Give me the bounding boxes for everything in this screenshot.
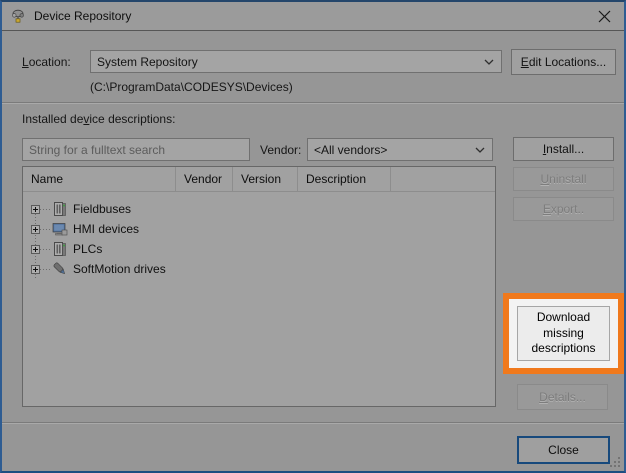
vendor-selected-value: <All vendors> (314, 143, 387, 157)
installed-descriptions-label: Installed device descriptions: (22, 112, 175, 126)
column-header-version[interactable]: Version (233, 167, 298, 191)
tree-row-fieldbuses[interactable]: Fieldbuses (23, 199, 495, 219)
plc-icon (52, 241, 68, 257)
tree-row-plcs[interactable]: PLCs (23, 239, 495, 259)
title-bar[interactable]: Device Repository (2, 2, 624, 31)
tree-item-label: SoftMotion drives (73, 262, 166, 276)
tree-item-label: Fieldbuses (73, 202, 131, 216)
softmotion-drive-icon (52, 261, 68, 277)
column-header-filler (391, 167, 495, 191)
tree-connector (40, 269, 51, 270)
expand-plus-icon[interactable] (31, 225, 40, 234)
chevron-down-icon (484, 59, 494, 65)
device-tree-panel: Name Vendor Version Description Fieldbus… (22, 166, 496, 407)
window-title: Device Repository (34, 9, 131, 23)
device-repository-icon (10, 8, 26, 24)
edit-locations-button[interactable]: Edit Locations... (511, 49, 616, 75)
tree-connector (40, 229, 51, 230)
vendor-label: Vendor: (260, 143, 301, 157)
tree-header-row: Name Vendor Version Description (23, 167, 495, 192)
download-missing-descriptions-button[interactable]: Download missing descriptions (517, 306, 610, 361)
tree-item-label: PLCs (73, 242, 102, 256)
export-button: Export.. (513, 197, 614, 221)
resize-grip[interactable] (609, 456, 621, 468)
location-selected-value: System Repository (97, 55, 198, 69)
column-header-description[interactable]: Description (298, 167, 391, 191)
fulltext-search-input[interactable] (22, 138, 250, 161)
close-icon (598, 10, 611, 23)
fieldbus-icon (52, 201, 68, 217)
highlight-annotation: Download missing descriptions (503, 293, 624, 374)
device-repository-dialog: Device Repository Location: System Repos… (0, 0, 626, 473)
footer-separator (2, 422, 624, 424)
location-separator (2, 102, 624, 104)
column-header-name[interactable]: Name (23, 167, 176, 191)
tree-connector (40, 249, 51, 250)
expand-plus-icon[interactable] (31, 205, 40, 214)
details-button: Details... (517, 384, 608, 410)
location-label: Location: (22, 55, 71, 69)
uninstall-button: Uninstall (513, 167, 614, 191)
location-path: (C:\ProgramData\CODESYS\Devices) (90, 80, 293, 94)
close-button[interactable]: Close (517, 436, 610, 464)
tree-row-hmi-devices[interactable]: HMI devices (23, 219, 495, 239)
location-combobox[interactable]: System Repository (90, 50, 502, 73)
expand-plus-icon[interactable] (31, 245, 40, 254)
column-header-vendor[interactable]: Vendor (176, 167, 233, 191)
hmi-icon (52, 221, 68, 237)
tree-row-softmotion-drives[interactable]: SoftMotion drives (23, 259, 495, 279)
tree-connector (40, 209, 51, 210)
window-close-button[interactable] (590, 5, 618, 28)
tree-item-label: HMI devices (73, 222, 139, 236)
expand-plus-icon[interactable] (31, 265, 40, 274)
install-button[interactable]: Install... (513, 137, 614, 161)
vendor-combobox[interactable]: <All vendors> (307, 138, 493, 161)
chevron-down-icon (475, 147, 485, 153)
